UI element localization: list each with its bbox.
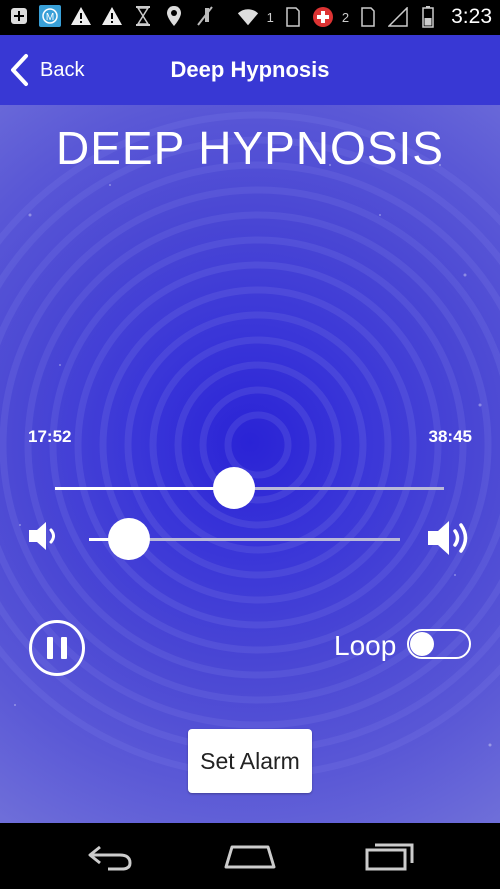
- elapsed-time: 17:52: [28, 427, 72, 446]
- session-title: DEEP HYPNOSIS: [56, 122, 444, 174]
- player-area: DEEP HYPNOSIS 17:52 38:45 Loop Set Alarm: [0, 105, 500, 823]
- pause-button[interactable]: [29, 620, 85, 676]
- pause-icon-bar: [61, 637, 67, 659]
- mute-icon: [194, 5, 216, 27]
- sim-2-icon: [357, 6, 379, 28]
- total-time: 38:45: [428, 427, 472, 446]
- loop-toggle-knob: [410, 632, 434, 656]
- volume-high-icon[interactable]: [426, 518, 474, 558]
- home-nav-icon[interactable]: [224, 843, 276, 869]
- warning-icon: [70, 5, 92, 27]
- svg-text:M: M: [46, 12, 54, 23]
- back-button[interactable]: Back: [10, 35, 84, 105]
- status-bar: M 1 2 3:23: [0, 0, 500, 35]
- signal-icon: [387, 6, 409, 28]
- m-app-icon: M: [39, 5, 61, 27]
- action-bar: Back Deep Hypnosis: [0, 35, 500, 105]
- progress-fill: [55, 487, 234, 490]
- sim-1-label: 1: [266, 9, 274, 25]
- chevron-left-icon: [11, 54, 28, 86]
- loop-toggle[interactable]: [407, 629, 471, 659]
- progress-thumb[interactable]: [212, 467, 255, 509]
- volume-low-icon[interactable]: [27, 519, 63, 553]
- swiss-flag-icon: [312, 6, 334, 28]
- recents-nav-icon[interactable]: [365, 841, 415, 871]
- loop-label: Loop: [334, 630, 397, 661]
- sim-1-icon: [282, 6, 304, 28]
- back-label: Back: [40, 58, 85, 81]
- warning-icon: [101, 5, 123, 27]
- wifi-icon: [237, 6, 259, 28]
- back-nav-icon[interactable]: [86, 841, 136, 871]
- navigation-bar: [0, 823, 500, 889]
- set-alarm-button[interactable]: Set Alarm: [188, 729, 312, 793]
- battery-icon: [417, 6, 439, 28]
- sim-2-label: 2: [341, 9, 350, 25]
- plus-box-icon: [8, 5, 30, 27]
- clock: 3:23: [451, 5, 492, 28]
- hypnotic-rings-background: [0, 111, 500, 779]
- location-icon: [163, 5, 185, 27]
- pause-icon-bar: [47, 637, 53, 659]
- hourglass-icon: [132, 5, 154, 27]
